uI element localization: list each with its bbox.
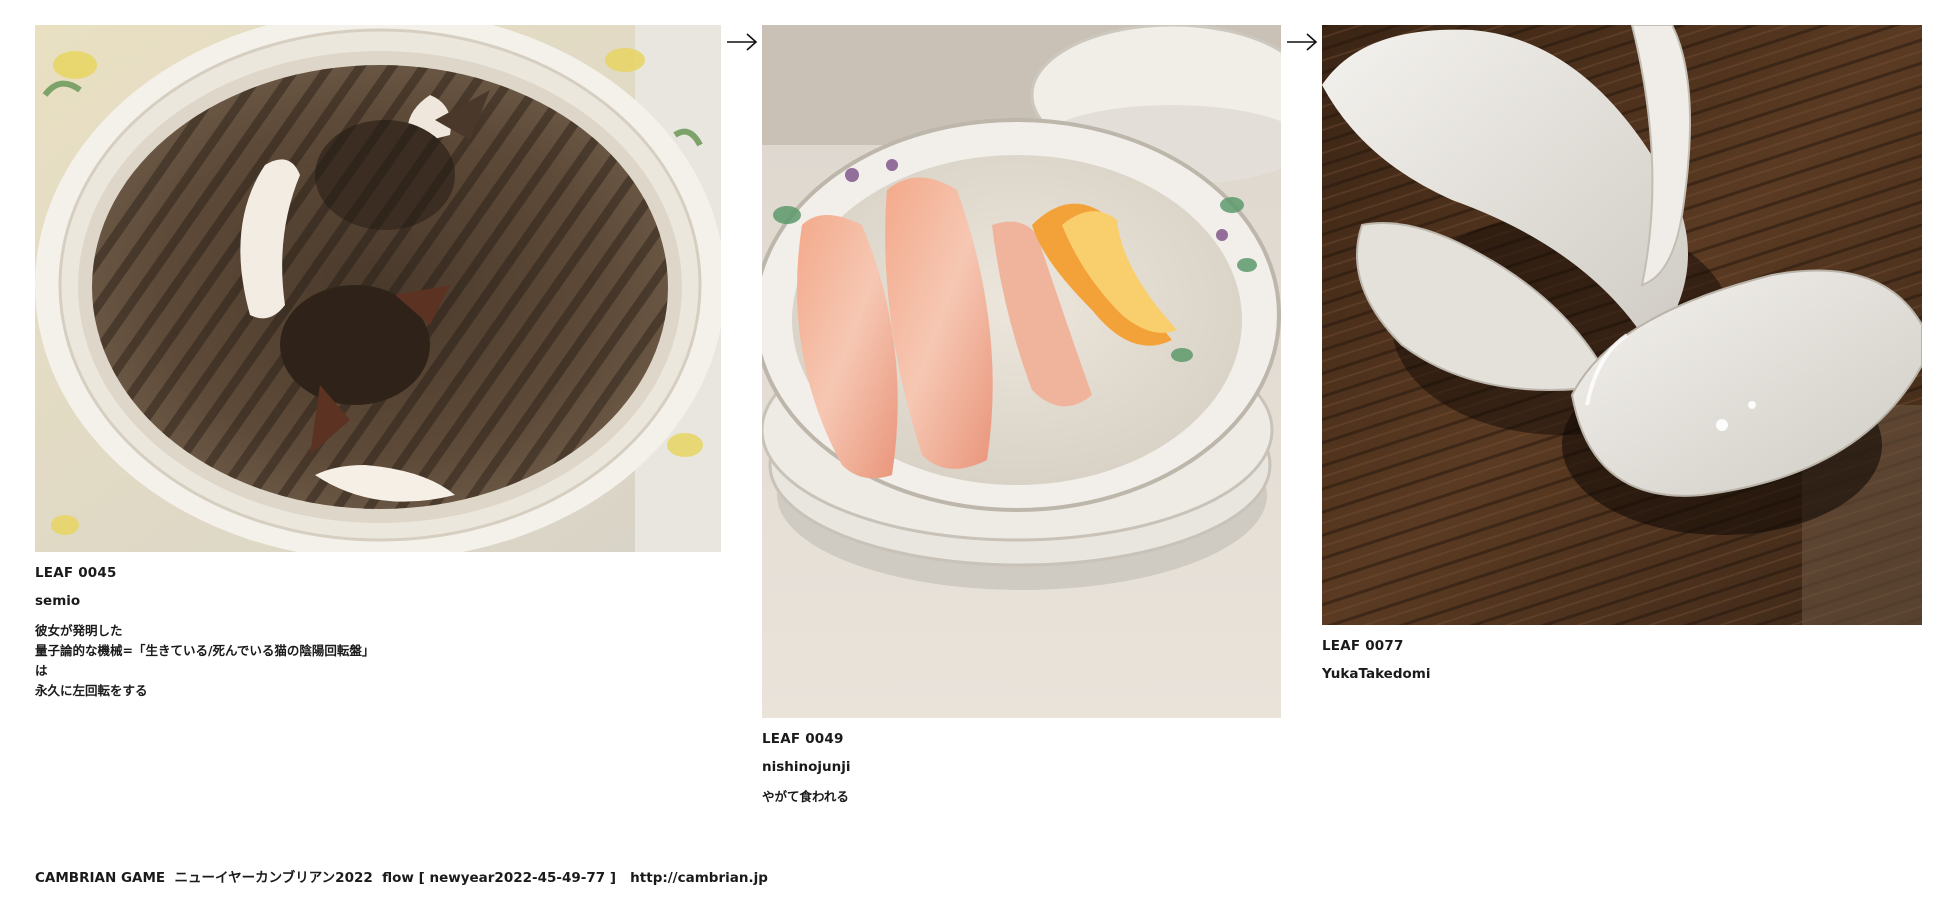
cats-image [35, 25, 721, 552]
leaf-id-label: LEAF 0049 [762, 731, 844, 747]
peels-image [762, 25, 1281, 718]
leaf-card: LEAF 0049 nishinojunji やがて食われる [762, 25, 1281, 807]
broken-bowl-image [1322, 25, 1922, 625]
leaf-photo-broken-bowl[interactable] [1322, 25, 1922, 625]
leaf-card: LEAF 0045 semio 彼女が発明した 量子論的な機械=「生きている/死… [35, 25, 721, 701]
leaf-caption: 彼女が発明した 量子論的な機械=「生きている/死んでいる猫の陰陽回転盤」は 永久… [35, 623, 375, 698]
footer-site-link[interactable]: http://cambrian.jp [630, 870, 768, 886]
leaf-caption: やがて食われる [762, 789, 849, 804]
footer: CAMBRIAN GAME ニューイヤーカンブリアン2022 flow [ ne… [35, 866, 768, 886]
leaf-id-label: LEAF 0077 [1322, 638, 1404, 654]
right-arrow-icon [727, 33, 758, 51]
leaf-photo-peels[interactable] [762, 25, 1281, 718]
author-name[interactable]: semio [35, 593, 721, 609]
author-name[interactable]: nishinojunji [762, 759, 1281, 775]
author-name[interactable]: YukaTakedomi [1322, 666, 1922, 682]
leaf-id-label: LEAF 0045 [35, 565, 117, 581]
right-arrow-icon [1287, 33, 1318, 51]
leaf-card: LEAF 0077 YukaTakedomi [1322, 25, 1922, 682]
footer-game-title[interactable]: CAMBRIAN GAME ニューイヤーカンブリアン2022 flow [ ne… [35, 870, 616, 886]
leaf-photo-cats[interactable] [35, 25, 721, 552]
